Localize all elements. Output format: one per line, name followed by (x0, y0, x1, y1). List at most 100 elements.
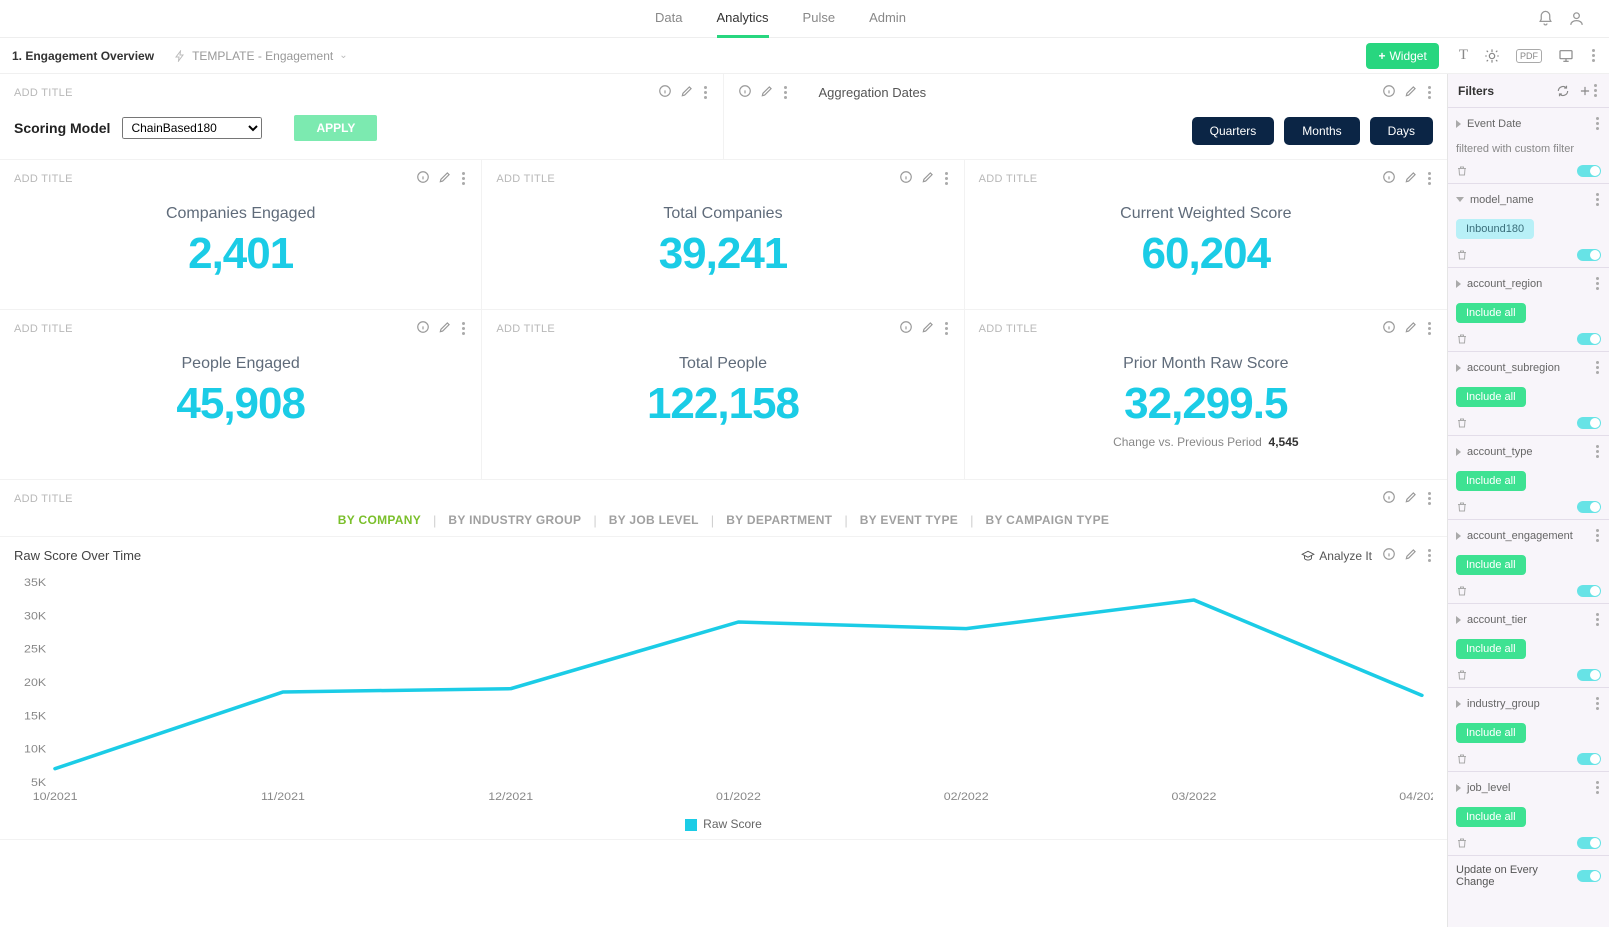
filter-menu-button[interactable] (1594, 275, 1601, 292)
tab-by-campaign-type[interactable]: BY CAMPAIGN TYPE (985, 513, 1109, 528)
edit-icon[interactable] (1404, 170, 1418, 184)
filter-header[interactable]: job_level (1448, 772, 1609, 803)
filter-toggle[interactable] (1577, 333, 1601, 345)
edit-icon[interactable] (438, 170, 452, 184)
edit-icon[interactable] (760, 84, 774, 98)
filter-toggle[interactable] (1577, 585, 1601, 597)
info-icon[interactable] (1382, 547, 1396, 561)
present-icon[interactable] (1558, 48, 1574, 64)
widget-menu-button[interactable] (1426, 84, 1433, 101)
edit-icon[interactable] (438, 320, 452, 334)
trash-icon[interactable] (1456, 333, 1468, 345)
nav-analytics[interactable]: Analytics (717, 0, 769, 38)
info-icon[interactable] (1382, 84, 1396, 98)
filter-menu-button[interactable] (1594, 359, 1601, 376)
add-widget-button[interactable]: +Widget (1366, 43, 1438, 69)
info-icon[interactable] (899, 320, 913, 334)
tab-by-event-type[interactable]: BY EVENT TYPE (860, 513, 958, 528)
widget-title-placeholder[interactable]: ADD TITLE (496, 323, 555, 335)
filter-menu-button[interactable] (1594, 527, 1601, 544)
info-icon[interactable] (1382, 170, 1396, 184)
widget-menu-button[interactable] (1426, 170, 1433, 187)
trash-icon[interactable] (1456, 417, 1468, 429)
scoring-model-select[interactable]: ChainBased180 (122, 117, 262, 139)
filter-chip[interactable]: Include all (1456, 303, 1526, 323)
filter-menu-button[interactable] (1594, 695, 1601, 712)
agg-quarters-button[interactable]: Quarters (1192, 117, 1275, 145)
filter-header[interactable]: account_type (1448, 436, 1609, 467)
template-selector[interactable]: TEMPLATE - Engagement ⌄ (174, 49, 348, 63)
edit-icon[interactable] (921, 170, 935, 184)
widget-title-placeholder[interactable]: ADD TITLE (14, 323, 73, 335)
filter-header[interactable]: model_name (1448, 184, 1609, 215)
nav-admin[interactable]: Admin (869, 0, 906, 38)
trash-icon[interactable] (1456, 585, 1468, 597)
trash-icon[interactable] (1456, 669, 1468, 681)
trash-icon[interactable] (1456, 837, 1468, 849)
filter-toggle[interactable] (1577, 249, 1601, 261)
edit-icon[interactable] (1404, 320, 1418, 334)
add-filter-icon[interactable] (1578, 84, 1592, 98)
info-icon[interactable] (738, 84, 752, 98)
widget-title-placeholder[interactable]: ADD TITLE (14, 493, 73, 505)
edit-icon[interactable] (680, 84, 694, 98)
filter-header[interactable]: account_engagement (1448, 520, 1609, 551)
trash-icon[interactable] (1456, 249, 1468, 261)
nav-data[interactable]: Data (655, 0, 682, 38)
widget-menu-button[interactable] (782, 84, 789, 101)
update-on-change-toggle[interactable] (1577, 870, 1601, 882)
widget-title-placeholder[interactable]: ADD TITLE (496, 173, 555, 185)
trash-icon[interactable] (1456, 501, 1468, 513)
widget-menu-button[interactable] (943, 170, 950, 187)
widget-menu-button[interactable] (702, 84, 709, 101)
edit-icon[interactable] (1404, 547, 1418, 561)
widget-menu-button[interactable] (460, 170, 467, 187)
widget-title-placeholder[interactable]: ADD TITLE (14, 87, 73, 99)
widget-menu-button[interactable] (1426, 547, 1433, 564)
info-icon[interactable] (899, 170, 913, 184)
filter-menu-button[interactable] (1594, 779, 1601, 796)
filter-toggle[interactable] (1577, 165, 1601, 177)
filter-chip[interactable]: Include all (1456, 387, 1526, 407)
edit-icon[interactable] (1404, 490, 1418, 504)
more-menu-button[interactable] (1590, 47, 1597, 64)
filter-chip[interactable]: Include all (1456, 471, 1526, 491)
info-icon[interactable] (1382, 320, 1396, 334)
bell-icon[interactable] (1537, 10, 1554, 27)
widget-menu-button[interactable] (460, 320, 467, 337)
user-icon[interactable] (1568, 10, 1585, 27)
info-icon[interactable] (416, 320, 430, 334)
filter-toggle[interactable] (1577, 501, 1601, 513)
theme-icon[interactable] (1484, 48, 1500, 64)
refresh-icon[interactable] (1556, 84, 1570, 98)
filter-header[interactable]: account_tier (1448, 604, 1609, 635)
filter-header[interactable]: Event Date (1448, 108, 1609, 139)
filter-header[interactable]: account_region (1448, 268, 1609, 299)
filter-chip[interactable]: Include all (1456, 639, 1526, 659)
tab-by-job-level[interactable]: BY JOB LEVEL (609, 513, 699, 528)
trash-icon[interactable] (1456, 165, 1468, 177)
widget-title-placeholder[interactable]: ADD TITLE (979, 173, 1038, 185)
agg-months-button[interactable]: Months (1284, 117, 1359, 145)
filter-toggle[interactable] (1577, 837, 1601, 849)
info-icon[interactable] (1382, 490, 1396, 504)
filter-chip[interactable]: Inbound180 (1456, 219, 1534, 239)
apply-button[interactable]: APPLY (294, 115, 377, 141)
filter-menu-button[interactable] (1594, 611, 1601, 628)
tab-by-industry-group[interactable]: BY INDUSTRY GROUP (448, 513, 581, 528)
tab-by-company[interactable]: BY COMPANY (338, 513, 421, 528)
trash-icon[interactable] (1456, 753, 1468, 765)
filter-header[interactable]: industry_group (1448, 688, 1609, 719)
widget-menu-button[interactable] (1426, 490, 1433, 507)
filter-menu-button[interactable] (1594, 191, 1601, 208)
widget-menu-button[interactable] (1426, 320, 1433, 337)
filter-toggle[interactable] (1577, 669, 1601, 681)
filter-toggle[interactable] (1577, 753, 1601, 765)
filter-chip[interactable]: Include all (1456, 807, 1526, 827)
pdf-export-button[interactable]: PDF (1516, 49, 1542, 63)
nav-pulse[interactable]: Pulse (803, 0, 836, 38)
filter-menu-button[interactable] (1594, 443, 1601, 460)
filter-chip[interactable]: Include all (1456, 723, 1526, 743)
tab-by-department[interactable]: BY DEPARTMENT (726, 513, 832, 528)
widget-menu-button[interactable] (943, 320, 950, 337)
